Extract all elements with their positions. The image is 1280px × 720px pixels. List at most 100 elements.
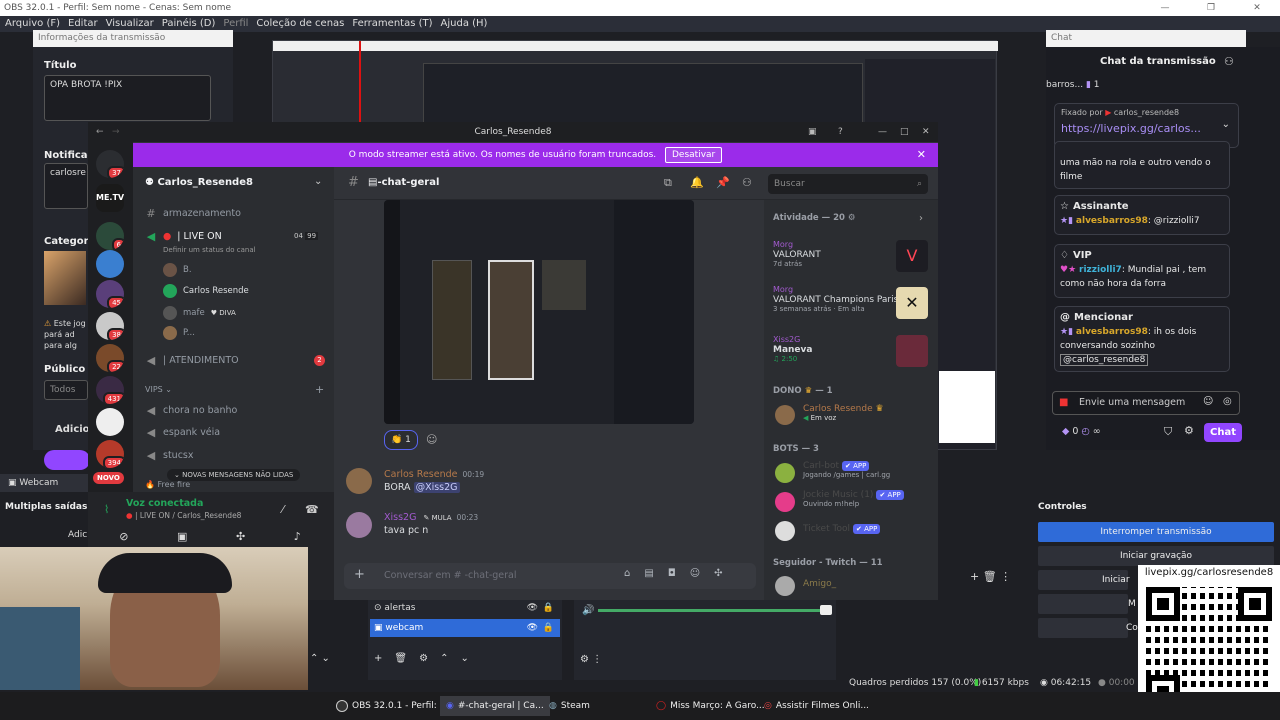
pinned-link[interactable]: https://livepix.gg/carlos... (1061, 122, 1201, 135)
scene-move-icons[interactable]: ⌃ ⌄ (310, 653, 330, 664)
server-icon[interactable]: 431 (96, 376, 124, 404)
apps-icon[interactable]: ✣ (714, 568, 722, 579)
avatar[interactable] (775, 405, 795, 425)
title-field[interactable]: OPA BROTA !PIX (44, 75, 211, 121)
start-recording-button[interactable]: Iniciar gravação (1038, 546, 1274, 566)
gear-icon[interactable]: ⚙ (1184, 424, 1194, 437)
voice-channel-live-on[interactable]: ◀ ● | LIVE ON (145, 230, 222, 243)
minimize-icon[interactable]: — (878, 122, 887, 142)
virtual-camera-button[interactable]: Iniciar c (1038, 570, 1130, 605)
chat-send-button[interactable]: Chat (1204, 423, 1242, 442)
channel-status[interactable]: Definir um status do canal (163, 246, 256, 254)
chevron-right-icon[interactable]: › (919, 213, 923, 224)
close-icon[interactable]: ✕ (917, 143, 926, 167)
emoji-icon[interactable]: ☺ (690, 568, 700, 579)
taskbar-item-obs[interactable]: OBS 32.0.1 - Perfil: ... (336, 696, 448, 716)
home-icon[interactable]: 37 (96, 150, 124, 178)
search-input[interactable]: Buscar ⌕ (768, 174, 928, 194)
lock-icon[interactable]: 🔒 (543, 619, 554, 637)
server-icon[interactable]: 394 (96, 440, 124, 468)
server-icon[interactable] (96, 408, 124, 436)
gif-icon[interactable]: ▤ (644, 568, 653, 579)
up-icon[interactable]: ⌃ (440, 653, 448, 664)
voice-channel[interactable]: ◀ espank véia (145, 426, 220, 439)
server-icon[interactable]: 45 (96, 280, 124, 308)
threads-icon[interactable]: ⧉ (664, 176, 672, 190)
message-author[interactable]: Xiss2G (384, 512, 416, 523)
avatar[interactable] (775, 492, 795, 512)
minimize-icon[interactable]: — (1142, 0, 1188, 16)
inbox-icon[interactable]: ▣ (808, 122, 817, 142)
gear-icon[interactable]: ⚙ (419, 653, 428, 664)
noise-icon[interactable]: ⁄ (282, 503, 284, 516)
mention[interactable]: @Xiss2G (413, 482, 460, 493)
settings-button[interactable]: Co (1038, 618, 1138, 638)
voice-user[interactable]: B. (163, 263, 192, 277)
source-row[interactable]: ⊙ alertas 👁 🔒 (370, 600, 560, 616)
voice-channel-path[interactable]: ● | LIVE ON / Carlos_Resende8 (126, 511, 241, 520)
voice-channel[interactable]: ◀ chora no banho (145, 404, 238, 417)
forward-icon[interactable]: → (112, 122, 120, 142)
voice-user[interactable]: Carlos Resende (163, 284, 249, 298)
server-metv[interactable]: ME.TV (96, 184, 124, 212)
add-channel-icon[interactable]: + (315, 383, 324, 396)
category-vips[interactable]: VIPS ⌄ (145, 385, 172, 394)
soundboard-icon[interactable]: ♪ (294, 530, 301, 546)
users-icon[interactable]: ⚇ (1224, 55, 1234, 68)
menu-scene-collection[interactable]: Coleção de cenas (256, 16, 344, 32)
maximize-icon[interactable]: ❐ (1188, 0, 1234, 16)
taskbar-item-browser[interactable]: ◎ Assistir Filmes Onli... (764, 696, 869, 716)
chevron-down-icon[interactable]: ⌄ (314, 176, 322, 187)
activity-item[interactable]: Morg VALORANT Champions Paris 3 semanas at… (773, 285, 898, 313)
new-messages-pill[interactable]: ⌄ NOVAS MENSAGENS NÃO LIDAS (167, 469, 301, 481)
smile-icon[interactable]: ◎ (1223, 396, 1232, 407)
maximize-icon[interactable]: □ (900, 122, 909, 142)
avatar[interactable] (775, 576, 795, 596)
mention-tag[interactable]: @carlos_resende8 (1060, 354, 1149, 366)
notification-field[interactable]: carlosre (44, 163, 88, 209)
stop-stream-button[interactable]: Interromper transmissão (1038, 522, 1274, 542)
taskbar-item-steam[interactable]: ◍ Steam (549, 696, 590, 716)
taskbar-item-video[interactable]: ◯ Miss Março: A Garo... (656, 696, 765, 716)
add-reaction-icon[interactable]: ☺ (426, 433, 437, 446)
member-item[interactable]: Amigo_ (803, 579, 836, 589)
menu-help[interactable]: Ajuda (H) (441, 16, 488, 32)
eye-icon[interactable]: 👁 (527, 600, 538, 616)
twitch-button[interactable] (44, 450, 90, 470)
message-author[interactable]: Carlos Resende (384, 469, 458, 480)
avatar[interactable] (346, 468, 372, 494)
mode-button[interactable]: M (1038, 594, 1136, 614)
server-icon[interactable]: 6 (96, 222, 124, 250)
lock-icon[interactable]: 🔒 (543, 600, 554, 616)
eye-icon[interactable]: 👁 (527, 619, 538, 637)
menu-tools[interactable]: Ferramentas (T) (352, 16, 432, 32)
disable-streamer-button[interactable]: Desativar (665, 147, 723, 163)
member-item[interactable]: Jockie Music (1) ✔ APP Ouvindo m!help (803, 490, 904, 508)
avatar[interactable] (346, 512, 372, 538)
disconnect-icon[interactable]: ☎ (305, 503, 319, 516)
channel-points[interactable]: ◆ 0 ◴ ∞ (1062, 426, 1101, 437)
member-item[interactable]: Carlos Resende ♛ ◀ Em voz (803, 404, 884, 422)
sticker-icon[interactable]: ◘ (668, 568, 676, 579)
emote-icon[interactable]: ☺ (1203, 396, 1213, 407)
reaction[interactable]: 👏 1 (384, 430, 418, 450)
avatar[interactable] (775, 463, 795, 483)
server-icon[interactable]: 38 (96, 312, 124, 340)
server-icon[interactable]: 22 (96, 344, 124, 372)
activity-item[interactable]: Xiss2G Maneva ♫ 2:50 (773, 335, 812, 363)
pin-icon[interactable]: 📌 (716, 176, 730, 189)
activity-item[interactable]: Morg VALORANT 7d atrás (773, 240, 821, 268)
activities-icon[interactable]: ✣ (236, 530, 245, 546)
server-icon[interactable] (96, 250, 124, 278)
close-icon[interactable]: ✕ (922, 122, 930, 142)
chevron-down-icon[interactable]: ⌄ (1222, 119, 1230, 130)
voice-channel-atendimento[interactable]: ◀ | ATENDIMENTO (145, 354, 239, 367)
server-name[interactable]: ⚉ Carlos_Resende8 (145, 177, 253, 188)
down-icon[interactable]: ⌄ (460, 653, 468, 664)
add-icon[interactable]: + (374, 653, 382, 664)
channel-armazenamento[interactable]: # armazenamento (145, 207, 241, 220)
camera-off-icon[interactable]: ⊘ (119, 530, 128, 546)
source-row-selected[interactable]: ▣ webcam 👁 🔒 (370, 619, 560, 637)
bell-icon[interactable]: 🔔 (690, 176, 704, 189)
close-icon[interactable]: ✕ (1234, 0, 1280, 16)
